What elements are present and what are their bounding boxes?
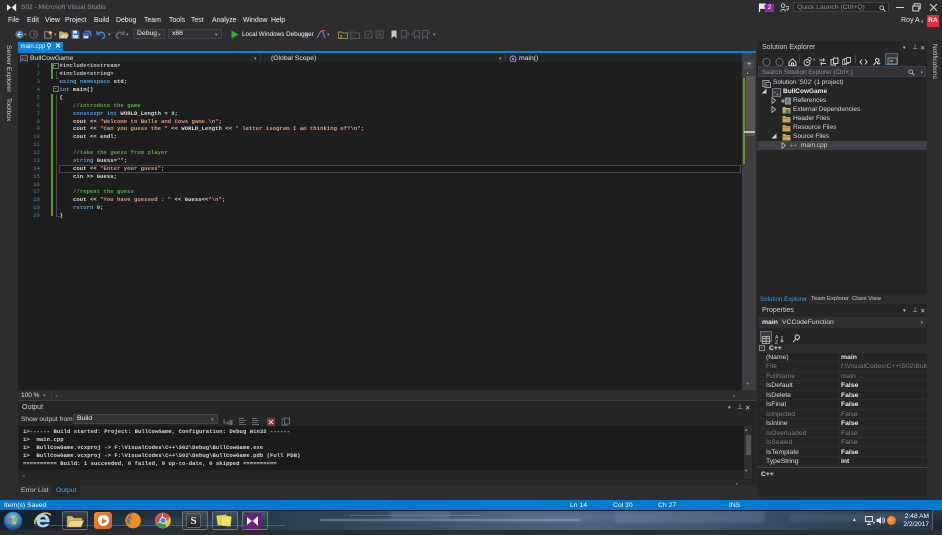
svg-text:++: ++ [790, 144, 798, 150]
